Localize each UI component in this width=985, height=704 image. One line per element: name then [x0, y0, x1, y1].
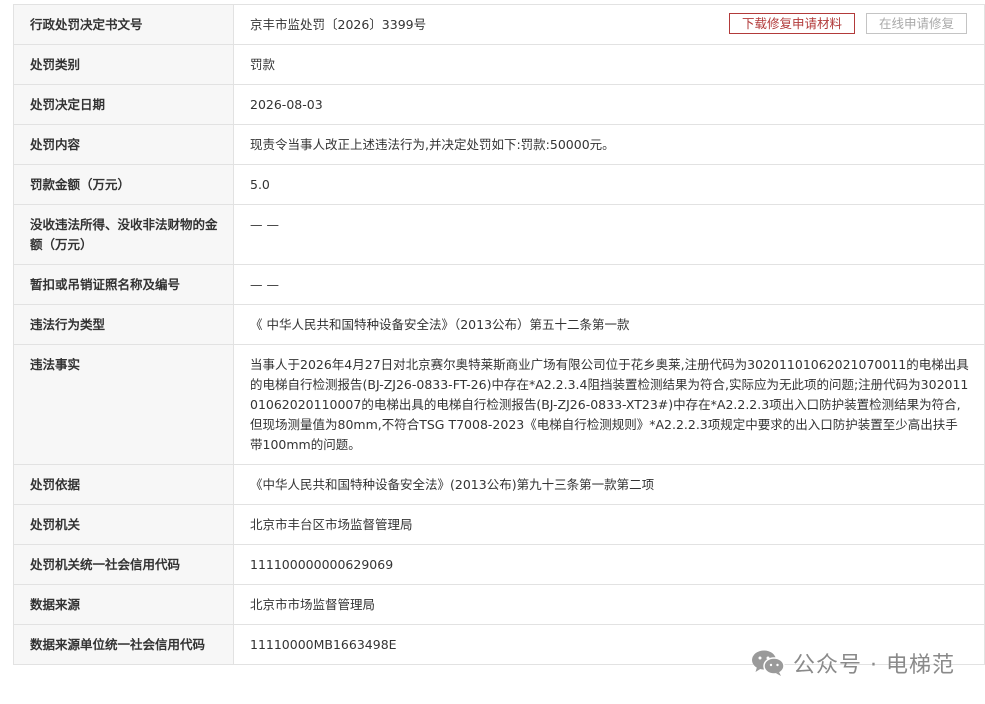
row-label: 处罚机关统一社会信用代码: [13, 544, 234, 585]
row-value: 北京市市场监督管理局: [233, 584, 985, 625]
row-value: 5.0: [233, 164, 985, 205]
penalty-info-panel: 行政处罚决定书文号 京丰市监处罚〔2026〕3399号 下载修复申请材料 在线申…: [13, 4, 985, 665]
row-value: 北京市丰台区市场监督管理局: [233, 504, 985, 545]
row-label: 处罚决定日期: [13, 84, 234, 125]
table-row: 处罚决定日期 2026-08-03: [13, 84, 985, 125]
row-value: — —: [233, 204, 985, 265]
row-label: 罚款金额（万元）: [13, 164, 234, 205]
table-row: 罚款金额（万元） 5.0: [13, 164, 985, 205]
row-label: 违法行为类型: [13, 304, 234, 345]
row-label: 没收违法所得、没收非法财物的金额（万元）: [13, 204, 234, 265]
row-label: 违法事实: [13, 344, 234, 465]
row-label: 数据来源单位统一社会信用代码: [13, 624, 234, 665]
row-value: — —: [233, 264, 985, 305]
row-value: 当事人于2026年4月27日对北京赛尔奥特莱斯商业广场有限公司位于花乡奥莱,注册…: [233, 344, 985, 465]
row-value: 2026-08-03: [233, 84, 985, 125]
watermark-text: 公众号 · 电梯范: [793, 653, 955, 678]
row-value: 《 中华人民共和国特种设备安全法》（2013公布）第五十二条第一款: [233, 304, 985, 345]
table-row: 数据来源 北京市市场监督管理局: [13, 584, 985, 625]
table-row: 处罚机关 北京市丰台区市场监督管理局: [13, 504, 985, 545]
action-buttons: 下载修复申请材料 在线申请修复: [728, 13, 967, 34]
row-label: 数据来源: [13, 584, 234, 625]
download-repair-materials-button[interactable]: 下载修复申请材料: [728, 13, 855, 34]
penalty-info-table: 行政处罚决定书文号 京丰市监处罚〔2026〕3399号 下载修复申请材料 在线申…: [13, 4, 985, 665]
wechat-icon: [752, 650, 785, 676]
table-row: 处罚类别 罚款: [13, 44, 985, 85]
table-row: 处罚依据 《中华人民共和国特种设备安全法》(2013公布)第九十三条第一款第二项: [13, 464, 985, 505]
row-value: 111100000000629069: [233, 544, 985, 585]
wechat-watermark: 公众号 · 电梯范: [751, 647, 955, 679]
table-row: 暂扣或吊销证照名称及编号 — —: [13, 264, 985, 305]
table-row: 行政处罚决定书文号 京丰市监处罚〔2026〕3399号 下载修复申请材料 在线申…: [13, 4, 985, 45]
table-row: 违法事实 当事人于2026年4月27日对北京赛尔奥特莱斯商业广场有限公司位于花乡…: [13, 344, 985, 465]
table-row: 处罚内容 现责令当事人改正上述违法行为,并决定处罚如下:罚款:50000元。: [13, 124, 985, 165]
table-row: 没收违法所得、没收非法财物的金额（万元） — —: [13, 204, 985, 265]
row-label: 处罚机关: [13, 504, 234, 545]
row-value: 现责令当事人改正上述违法行为,并决定处罚如下:罚款:50000元。: [233, 124, 985, 165]
row-value: 《中华人民共和国特种设备安全法》(2013公布)第九十三条第一款第二项: [233, 464, 985, 505]
row-label: 行政处罚决定书文号: [13, 4, 234, 45]
row-value: 罚款: [233, 44, 985, 85]
row-label: 处罚类别: [13, 44, 234, 85]
row-label: 处罚依据: [13, 464, 234, 505]
table-row: 处罚机关统一社会信用代码 111100000000629069: [13, 544, 985, 585]
row-label: 暂扣或吊销证照名称及编号: [13, 264, 234, 305]
row-label: 处罚内容: [13, 124, 234, 165]
online-repair-application-button[interactable]: 在线申请修复: [865, 13, 967, 34]
decision-number-value: 京丰市监处罚〔2026〕3399号: [250, 17, 427, 32]
table-row: 违法行为类型 《 中华人民共和国特种设备安全法》（2013公布）第五十二条第一款: [13, 304, 985, 345]
row-value-cell: 京丰市监处罚〔2026〕3399号 下载修复申请材料 在线申请修复: [233, 4, 985, 45]
